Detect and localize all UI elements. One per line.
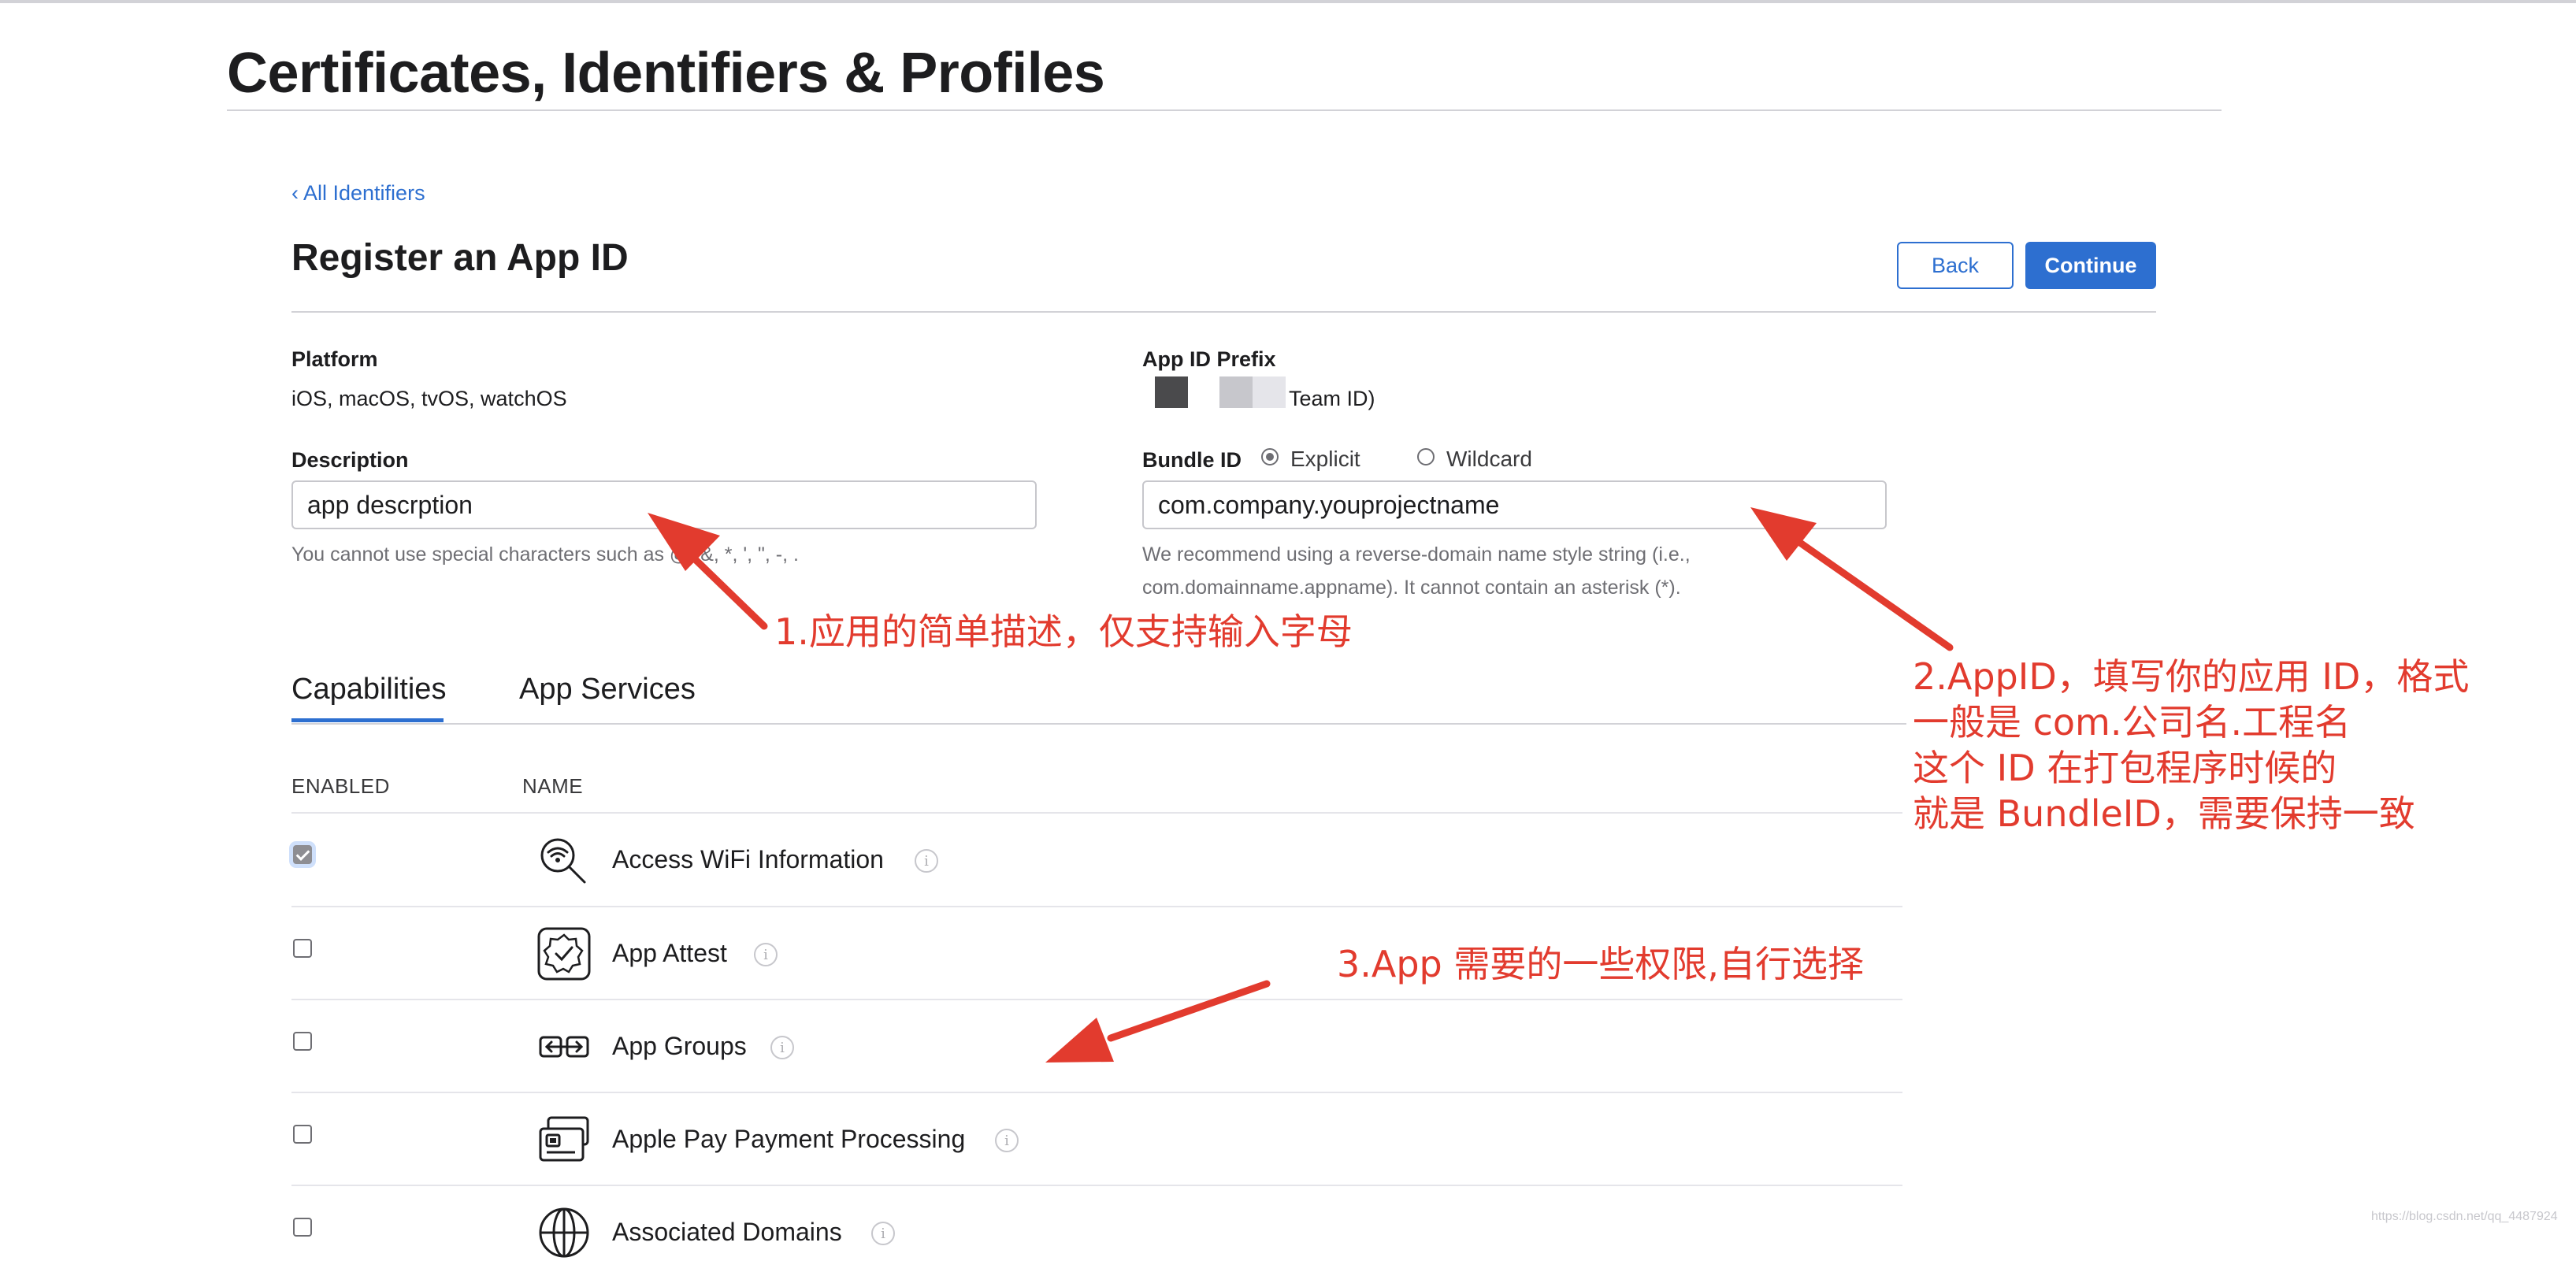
globe-icon bbox=[539, 1207, 589, 1258]
info-icon[interactable]: i bbox=[915, 849, 938, 873]
tab-app-services[interactable]: App Services bbox=[519, 673, 696, 707]
top-border bbox=[0, 0, 2576, 3]
bundle-id-input[interactable]: com.company.youprojectname bbox=[1142, 480, 1887, 529]
column-header-name: NAME bbox=[522, 774, 584, 798]
info-icon[interactable]: i bbox=[871, 1222, 895, 1245]
row-divider bbox=[291, 999, 1902, 1000]
capability-name: App Attest bbox=[612, 939, 727, 967]
app-id-prefix-label: App ID Prefix bbox=[1142, 347, 1276, 371]
enable-checkbox-associated-domains[interactable] bbox=[293, 1218, 312, 1237]
back-button[interactable]: Back bbox=[1897, 242, 2014, 289]
explicit-radio-label: Explicit bbox=[1290, 447, 1360, 471]
tabs-divider bbox=[291, 723, 1906, 725]
bundle-id-hint-line1: We recommend using a reverse-domain name… bbox=[1142, 543, 1691, 566]
apple-pay-card-icon bbox=[539, 1116, 589, 1162]
description-hint: You cannot use special characters such a… bbox=[291, 543, 799, 566]
title-divider bbox=[227, 109, 2222, 111]
annotation-note-2-line: 就是 BundleID，需要保持一致 bbox=[1913, 792, 2415, 835]
bundle-id-label: Bundle ID bbox=[1142, 448, 1242, 472]
all-identifiers-link[interactable]: ‹ All Identifiers bbox=[291, 181, 425, 206]
watermark: https://blog.csdn.net/qq_4487924 bbox=[2371, 1210, 2558, 1223]
capability-name: Access WiFi Information bbox=[612, 845, 884, 873]
section-title: Register an App ID bbox=[291, 237, 629, 279]
redacted-block bbox=[1155, 376, 1188, 408]
annotation-note-2-line: 一般是 com.公司名.工程名 bbox=[1913, 701, 2351, 744]
wildcard-radio[interactable] bbox=[1417, 448, 1435, 465]
row-divider bbox=[291, 1092, 1902, 1093]
annotation-arrow-2 bbox=[1788, 533, 1954, 651]
annotation-note-2-line: 2.AppID，填写你的应用 ID，格式 bbox=[1913, 655, 2470, 698]
enable-checkbox-app-groups[interactable] bbox=[293, 1032, 312, 1051]
attest-badge-icon bbox=[537, 927, 591, 981]
platform-value: iOS, macOS, tvOS, watchOS bbox=[291, 387, 567, 410]
capability-name: Apple Pay Payment Processing bbox=[612, 1125, 966, 1153]
section-divider bbox=[291, 311, 2156, 313]
capability-name: Associated Domains bbox=[612, 1218, 842, 1246]
enable-checkbox-app-attest[interactable] bbox=[293, 939, 312, 958]
row-divider bbox=[291, 1185, 1902, 1186]
active-tab-indicator bbox=[291, 718, 444, 722]
explicit-radio[interactable] bbox=[1261, 448, 1279, 465]
annotation-note-1: 1.应用的简单描述，仅支持输入字母 bbox=[774, 610, 1353, 653]
continue-button[interactable]: Continue bbox=[2025, 242, 2156, 289]
info-icon[interactable]: i bbox=[754, 943, 778, 966]
app-groups-icon bbox=[539, 1036, 589, 1058]
annotation-note-2: 2.AppID，填写你的应用 ID，格式 一般是 com.公司名.工程名 这个 … bbox=[1913, 654, 2469, 836]
redacted-block bbox=[1219, 376, 1253, 408]
tab-capabilities[interactable]: Capabilities bbox=[291, 673, 446, 707]
enable-checkbox-access-wifi[interactable] bbox=[293, 845, 312, 864]
wifi-search-icon bbox=[540, 838, 586, 884]
column-header-enabled: ENABLED bbox=[291, 774, 390, 798]
redacted-block bbox=[1253, 376, 1286, 408]
bundle-id-hint-line2: com.domainname.appname). It cannot conta… bbox=[1142, 577, 1681, 599]
platform-label: Platform bbox=[291, 347, 378, 371]
annotation-arrow-3 bbox=[1107, 980, 1271, 1042]
capability-name: App Groups bbox=[612, 1032, 747, 1060]
annotation-arrowhead-3 bbox=[1045, 1018, 1114, 1063]
wildcard-radio-label: Wildcard bbox=[1446, 447, 1532, 471]
row-divider bbox=[291, 906, 1902, 907]
row-divider bbox=[291, 812, 1902, 814]
info-icon[interactable]: i bbox=[770, 1036, 794, 1059]
description-input[interactable]: app descrption bbox=[291, 480, 1037, 529]
enable-checkbox-apple-pay[interactable] bbox=[293, 1125, 312, 1144]
description-label: Description bbox=[291, 448, 409, 472]
app-id-prefix-value: Team ID) bbox=[1289, 387, 1375, 410]
page-title: Certificates, Identifiers & Profiles bbox=[227, 42, 1105, 105]
annotation-note-2-line: 这个 ID 在打包程序时候的 bbox=[1913, 747, 2337, 789]
annotation-note-3: 3.App 需要的一些权限,自行选择 bbox=[1337, 943, 1864, 985]
info-icon[interactable]: i bbox=[995, 1129, 1019, 1152]
